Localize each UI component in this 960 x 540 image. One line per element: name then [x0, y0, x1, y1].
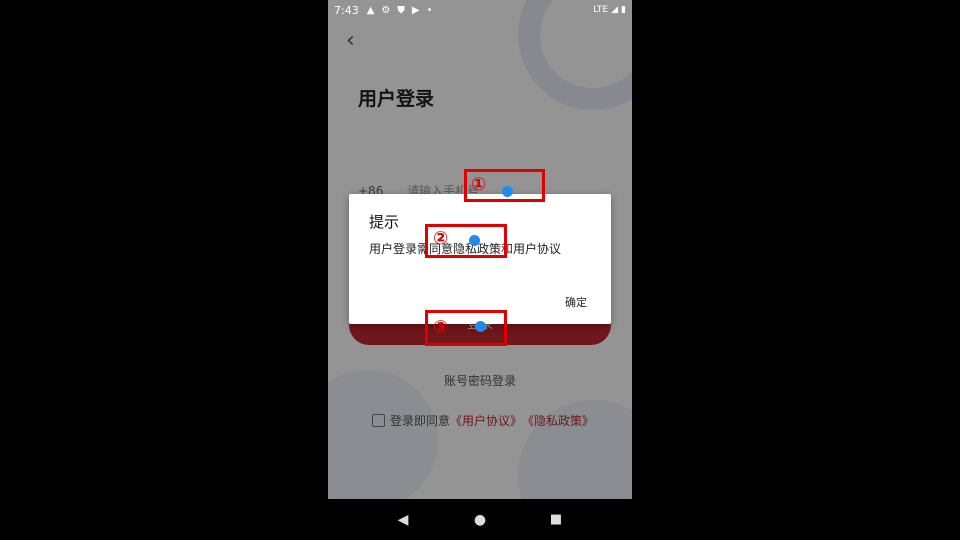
marker-dot — [502, 186, 513, 197]
nav-back-icon[interactable]: ◀ — [388, 499, 418, 540]
network-label: LTE — [593, 5, 609, 15]
signal-icon: ◢ — [611, 5, 619, 15]
navigation-bar: ◀ ● ■ — [328, 499, 632, 540]
gear-icon: ⚙ — [381, 4, 391, 16]
status-time: 7:43 — [334, 3, 359, 17]
play-icon: ▶ — [411, 4, 420, 16]
confirm-button[interactable]: 确定 — [565, 294, 587, 310]
screenshot-canvas: 7:43 ▲ ⚙ ⛊ ▶ • LTE ◢ ▮ ‹ 用户登录 +86 请输入手机号… — [0, 0, 960, 540]
nav-home-icon[interactable]: ● — [465, 499, 495, 540]
annotation-number: ③ — [433, 317, 449, 338]
marker-dot — [469, 235, 480, 246]
battery-icon: ▮ — [621, 5, 626, 15]
marker-dot — [475, 321, 486, 332]
status-bar: 7:43 ▲ ⚙ ⛊ ▶ • LTE ◢ ▮ — [328, 0, 632, 20]
status-right: LTE ◢ ▮ — [593, 5, 626, 15]
annotation-number: ① — [471, 174, 487, 195]
shield-icon: ⛊ — [397, 4, 405, 16]
dialog-title: 提示 — [369, 213, 400, 231]
dot-icon: • — [426, 4, 433, 16]
annotation-number: ② — [433, 228, 449, 249]
alert-dialog: 提示 用户登录需同意隐私政策和用户协议 确定 — [349, 194, 611, 324]
warning-icon: ▲ — [366, 4, 375, 16]
nav-recents-icon[interactable]: ■ — [541, 499, 571, 540]
